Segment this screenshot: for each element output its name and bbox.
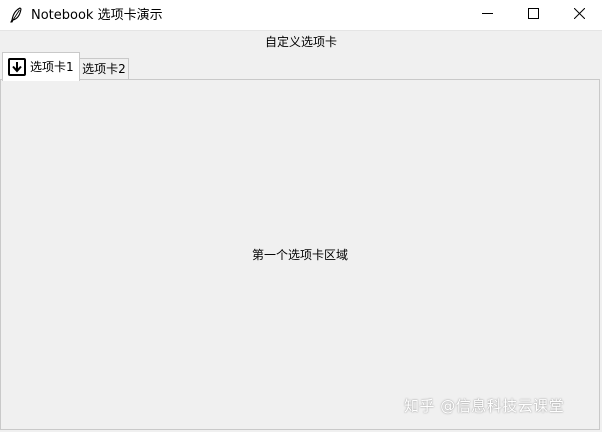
close-icon (573, 7, 585, 22)
minimize-button[interactable] (464, 0, 510, 30)
tab-2-label: 选项卡2 (82, 62, 126, 76)
feather-icon (9, 7, 23, 23)
watermark: 知乎 @信息科技云课堂 (404, 397, 565, 415)
close-button[interactable] (556, 0, 602, 30)
minimize-icon (481, 8, 493, 22)
download-icon (8, 58, 26, 76)
tab-1-label: 选项卡1 (30, 60, 74, 74)
custom-tabs-label: 自定义选项卡 (264, 35, 337, 49)
maximize-button[interactable] (510, 0, 556, 30)
maximize-icon (527, 8, 539, 22)
tab-2[interactable]: 选项卡2 (79, 58, 129, 80)
window-title: Notebook 选项卡演示 (31, 8, 163, 23)
title-bar[interactable]: Notebook 选项卡演示 (0, 0, 602, 31)
tab-content-panel: 第一个选项卡区域 (0, 79, 600, 430)
panel-text: 第一个选项卡区域 (251, 248, 348, 262)
tab-1[interactable]: 选项卡1 (2, 52, 80, 81)
